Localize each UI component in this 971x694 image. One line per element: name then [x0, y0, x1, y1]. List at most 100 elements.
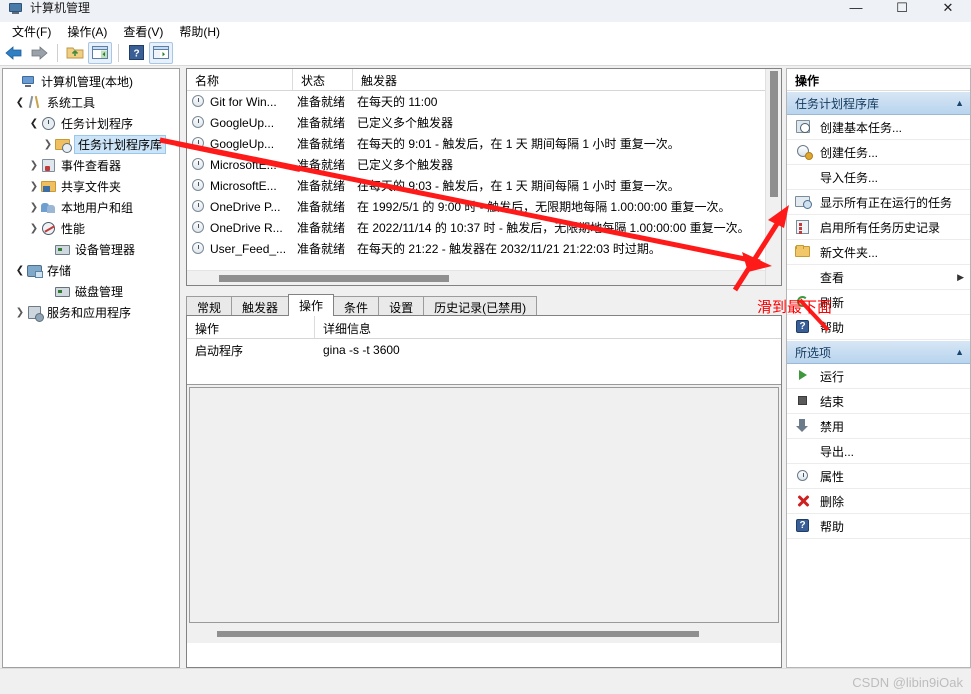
table-row[interactable]: OneDrive R... 准备就绪 在 2022/11/14 的 10:37 …	[187, 217, 781, 238]
menu-view[interactable]: 查看(V)	[115, 22, 171, 41]
table-row[interactable]: GoogleUp... 准备就绪 在每天的 9:01 - 触发后，在 1 天 期…	[187, 133, 781, 154]
tree-node-event-viewer[interactable]: ❯ 事件查看器	[5, 155, 179, 176]
tree-node-device-manager[interactable]: 设备管理器	[5, 239, 179, 260]
vertical-splitter[interactable]	[180, 68, 184, 668]
detail-table-header: 操作 详细信息	[187, 316, 781, 339]
table-row[interactable]: 启动程序 gina -s -t 3600	[187, 339, 781, 361]
action-show-running-tasks[interactable]: 显示所有正在运行的任务	[787, 190, 970, 215]
detail-horizontal-scrollbar[interactable]	[189, 627, 779, 641]
table-row[interactable]: MicrosoftE... 准备就绪 在每天的 9:03 - 触发后，在 1 天…	[187, 175, 781, 196]
tree-node-local-users-groups[interactable]: ❯ 本地用户和组	[5, 197, 179, 218]
tree-node-services-applications[interactable]: ❯ 服务和应用程序	[5, 302, 179, 323]
console-tree-pane[interactable]: 计算机管理(本地) ❮ 系统工具 ❮ 任务计划程序 ❯ 任务计划程序库 ❯ 事件	[2, 68, 180, 668]
back-arrow-icon[interactable]	[2, 42, 26, 64]
tree-node-task-scheduler[interactable]: ❮ 任务计划程序	[5, 113, 179, 134]
task-status: 准备就绪	[297, 137, 346, 151]
detail-panel[interactable]: 操作 详细信息 启动程序 gina -s -t 3600	[186, 315, 782, 668]
chevron-right-icon[interactable]: ❯	[41, 139, 55, 150]
action-create-task[interactable]: 创建任务...	[787, 140, 970, 165]
tab-triggers[interactable]: 触发器	[231, 296, 290, 316]
action-create-basic-task[interactable]: 创建基本任务...	[787, 115, 970, 140]
tab-settings[interactable]: 设置	[378, 296, 425, 316]
table-row[interactable]: OneDrive P... 准备就绪 在 1992/5/1 的 9:00 时 -…	[187, 196, 781, 217]
tab-actions[interactable]: 操作	[288, 294, 335, 316]
action-label: 帮助	[820, 320, 845, 335]
tree-node-task-scheduler-library[interactable]: ❯ 任务计划程序库	[5, 134, 179, 155]
performance-icon	[41, 221, 58, 237]
action-help-selected[interactable]: ? 帮助	[787, 514, 970, 539]
menu-action[interactable]: 操作(A)	[59, 22, 115, 41]
column-header-name[interactable]: 名称	[187, 69, 293, 90]
action-end[interactable]: 结束	[787, 389, 970, 414]
submenu-arrow-icon: ▶	[957, 271, 964, 282]
action-new-folder[interactable]: 新文件夹...	[787, 240, 970, 265]
table-row[interactable]: Git for Win... 准备就绪 在每天的 11:00	[187, 91, 781, 112]
scrollbar-thumb[interactable]	[770, 71, 778, 197]
action-view[interactable]: 查看 ▶	[787, 265, 970, 290]
actions-group-header-selected[interactable]: 所选项 ▲	[787, 340, 970, 364]
help-icon[interactable]: ?	[124, 42, 148, 64]
tree-node-system-tools[interactable]: ❮ 系统工具	[5, 92, 179, 113]
task-list-panel[interactable]: 名称 状态 触发器 Git for Win... 准备就绪 在每天的 11:00…	[186, 68, 782, 286]
properties-icon	[795, 468, 812, 484]
menu-file[interactable]: 文件(F)	[4, 22, 59, 41]
maximize-button[interactable]: ☐	[879, 0, 925, 22]
action-run[interactable]: 运行	[787, 364, 970, 389]
forward-arrow-icon[interactable]	[27, 42, 51, 64]
column-header-operation[interactable]: 操作	[187, 316, 315, 338]
action-help-library[interactable]: ? 帮助	[787, 315, 970, 340]
chevron-up-icon[interactable]: ▲	[955, 98, 964, 108]
scrollbar-thumb[interactable]	[219, 275, 449, 282]
svg-text:?: ?	[133, 49, 139, 60]
action-label: 启用所有任务历史记录	[820, 220, 941, 235]
table-row[interactable]: MicrosoftE... 准备就绪 已定义多个触发器	[187, 154, 781, 175]
actions-pane[interactable]: 操作 任务计划程序库 ▲ 创建基本任务... 创建任务... 导入任务... 显…	[786, 68, 971, 668]
chevron-right-icon[interactable]: ❯	[27, 202, 41, 213]
chevron-right-icon[interactable]: ❯	[27, 181, 41, 192]
tree-node-storage[interactable]: ❮ 存储	[5, 260, 179, 281]
chevron-right-icon[interactable]: ❯	[27, 223, 41, 234]
show-hide-action-pane-icon[interactable]	[149, 41, 173, 64]
table-row[interactable]: User_Feed_... 准备就绪 在每天的 21:22 - 触发器在 203…	[187, 238, 781, 259]
column-header-trigger[interactable]: 触发器	[353, 69, 781, 90]
chevron-right-icon[interactable]: ❯	[27, 160, 41, 171]
chevron-up-icon[interactable]: ▲	[955, 347, 964, 357]
column-header-status[interactable]: 状态	[293, 69, 353, 90]
up-folder-icon[interactable]	[63, 42, 87, 64]
action-export[interactable]: 导出...	[787, 439, 970, 464]
close-button[interactable]: ✕	[925, 0, 971, 22]
chevron-down-icon[interactable]: ❮	[13, 265, 27, 276]
tree-node-computer-management[interactable]: 计算机管理(本地)	[5, 71, 179, 92]
minimize-button[interactable]: —	[833, 0, 879, 22]
new-folder-icon	[795, 244, 812, 260]
chevron-down-icon[interactable]: ❮	[27, 118, 41, 129]
chevron-down-icon[interactable]: ❮	[13, 97, 27, 108]
tree-node-disk-management[interactable]: 磁盘管理	[5, 281, 179, 302]
action-properties[interactable]: 属性	[787, 464, 970, 489]
action-disable[interactable]: 禁用	[787, 414, 970, 439]
tab-history[interactable]: 历史记录(已禁用)	[423, 296, 538, 316]
scrollbar-thumb[interactable]	[217, 631, 699, 637]
tab-conditions[interactable]: 条件	[333, 296, 380, 316]
action-label: 创建基本任务...	[820, 120, 903, 135]
action-delete[interactable]: 删除	[787, 489, 970, 514]
action-enable-task-history[interactable]: 启用所有任务历史记录	[787, 215, 970, 240]
actions-group-header-library[interactable]: 任务计划程序库 ▲	[787, 91, 970, 115]
task-status: 准备就绪	[297, 242, 346, 256]
task-icon	[191, 136, 206, 151]
menu-help[interactable]: 帮助(H)	[171, 22, 228, 41]
column-header-details[interactable]: 详细信息	[315, 316, 781, 338]
action-label: 显示所有正在运行的任务	[820, 195, 953, 210]
show-hide-console-tree-icon[interactable]	[88, 41, 112, 64]
task-list-horizontal-scrollbar[interactable]	[187, 270, 765, 285]
tree-node-shared-folders[interactable]: ❯ 共享文件夹	[5, 176, 179, 197]
chevron-right-icon[interactable]: ❯	[13, 307, 27, 318]
action-label: 运行	[820, 369, 845, 384]
action-import-task[interactable]: 导入任务...	[787, 165, 970, 190]
tree-label: 存储	[47, 264, 72, 278]
task-list-vertical-scrollbar[interactable]	[765, 69, 781, 285]
action-label: 查看	[820, 270, 845, 285]
tree-node-performance[interactable]: ❯ 性能	[5, 218, 179, 239]
tab-general[interactable]: 常规	[186, 296, 233, 316]
table-row[interactable]: GoogleUp... 准备就绪 已定义多个触发器	[187, 112, 781, 133]
